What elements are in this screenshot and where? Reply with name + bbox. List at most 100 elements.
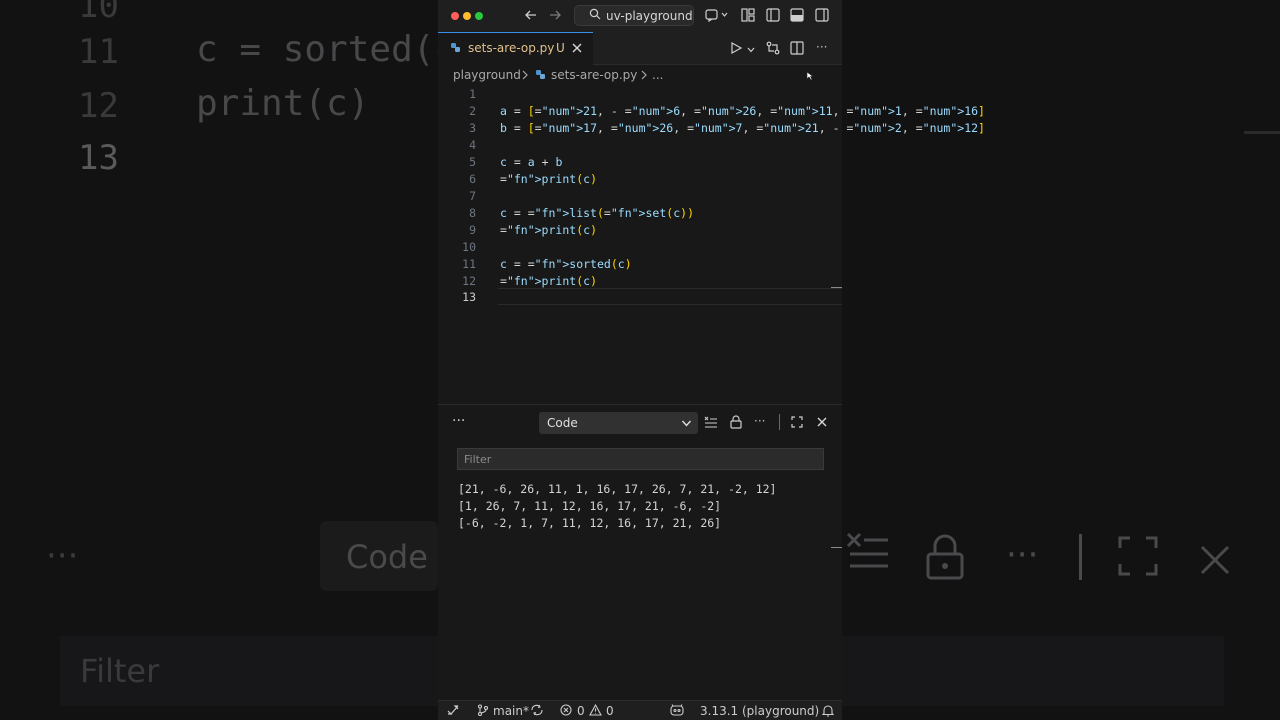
minimize-window-button[interactable] bbox=[463, 12, 471, 20]
bg-divider bbox=[1244, 131, 1280, 134]
panel-more-icon[interactable]: ··· bbox=[452, 413, 465, 429]
toggle-primary-sidebar-icon[interactable] bbox=[766, 8, 780, 25]
code-text: ="fn">print(c) bbox=[500, 172, 597, 186]
compare-changes-icon[interactable] bbox=[766, 41, 780, 58]
bg-separator bbox=[1079, 534, 1082, 580]
line-number: 11 bbox=[462, 257, 476, 271]
bg-more-icon: ··· bbox=[46, 536, 79, 576]
run-python-icon[interactable] bbox=[730, 41, 743, 57]
close-window-button[interactable] bbox=[451, 12, 459, 20]
bg-more-icon: ··· bbox=[1006, 535, 1039, 575]
close-tab-icon[interactable] bbox=[572, 39, 582, 57]
line-number: 7 bbox=[469, 189, 476, 203]
git-branch-label[interactable]: main* bbox=[493, 704, 529, 718]
line-number: 3 bbox=[469, 121, 476, 135]
filter-input[interactable]: Filter bbox=[457, 448, 824, 470]
untracked-badge: U bbox=[556, 41, 565, 55]
vscode-window: uv-playground sets-are-op.py U ··· playg… bbox=[438, 0, 985, 720]
python-interpreter[interactable]: 3.13.1 (playground) bbox=[700, 704, 819, 718]
code-line: c = ="fn">sorted(c) bbox=[500, 257, 632, 271]
lock-scroll-icon[interactable] bbox=[730, 415, 742, 432]
line-number: 9 bbox=[469, 223, 476, 237]
chevron-right-icon bbox=[521, 69, 529, 83]
toggle-panel-icon[interactable] bbox=[790, 8, 804, 25]
bg-code-line: print(c) bbox=[196, 83, 370, 124]
panel-separator bbox=[779, 414, 780, 430]
back-arrow-icon[interactable] bbox=[524, 8, 538, 25]
code-text: c = ="fn">list(="fn">set(c)) bbox=[500, 206, 694, 220]
split-editor-icon[interactable] bbox=[790, 41, 804, 58]
error-icon[interactable] bbox=[560, 704, 572, 719]
tab-sets-are-op[interactable]: sets-are-op.py U bbox=[438, 32, 593, 65]
tab-bar: sets-are-op.py U ··· bbox=[438, 32, 842, 65]
tab-label: sets-are-op.py bbox=[468, 41, 555, 55]
warning-count[interactable]: 0 bbox=[606, 704, 614, 718]
maximize-panel-icon[interactable] bbox=[791, 416, 803, 431]
bg-lock-icon bbox=[924, 534, 966, 590]
bg-maximize-icon bbox=[1118, 536, 1158, 586]
panel-overflow-icon[interactable]: ··· bbox=[754, 415, 765, 427]
search-icon bbox=[589, 8, 601, 23]
clear-output-icon[interactable] bbox=[704, 416, 718, 431]
bg-line-number: 12 bbox=[78, 86, 119, 126]
copilot-icon[interactable] bbox=[705, 8, 729, 25]
notifications-bell-icon[interactable] bbox=[821, 704, 835, 720]
output-channel-select[interactable]: Code bbox=[539, 412, 698, 434]
bg-line-number: 11 bbox=[78, 32, 119, 72]
breadcrumb-more[interactable]: ... bbox=[652, 68, 663, 82]
code-text: c = ="fn">sorted(c) bbox=[500, 257, 632, 271]
breadcrumb-folder[interactable]: playground bbox=[453, 68, 521, 82]
code-line: b = [="num">17, ="num">26, ="num">7, ="n… bbox=[500, 121, 985, 135]
copilot-status-icon[interactable] bbox=[669, 704, 685, 719]
bg-filter-box-right bbox=[842, 636, 1224, 706]
run-options-chevron-icon[interactable] bbox=[747, 44, 755, 57]
filter-placeholder: Filter bbox=[464, 453, 492, 466]
output-panel: ··· Code ··· Filter [21, -6, 26, 11, 1, … bbox=[438, 404, 842, 700]
error-count[interactable]: 0 bbox=[577, 704, 585, 718]
line-number: 12 bbox=[462, 274, 476, 288]
warning-icon[interactable] bbox=[589, 703, 602, 719]
breadcrumb-file[interactable]: sets-are-op.py bbox=[551, 68, 637, 82]
mouse-cursor-icon bbox=[806, 71, 814, 84]
python-file-icon bbox=[450, 42, 461, 56]
code-text: c = a + b bbox=[500, 155, 563, 169]
bg-dropdown-label: Code bbox=[346, 538, 428, 576]
layout-icon[interactable] bbox=[741, 8, 755, 25]
output-line: [-6, -2, 1, 7, 11, 12, 16, 17, 21, 26] bbox=[458, 516, 722, 530]
line-number: 10 bbox=[462, 240, 476, 254]
git-branch-icon[interactable] bbox=[477, 704, 489, 719]
line-number: 2 bbox=[469, 104, 476, 118]
current-line-highlight bbox=[498, 288, 842, 305]
sync-icon[interactable] bbox=[530, 704, 544, 719]
bg-line-number: 10 bbox=[78, 0, 119, 26]
forward-arrow-icon[interactable] bbox=[548, 8, 562, 25]
remote-icon[interactable] bbox=[447, 704, 459, 719]
toggle-secondary-sidebar-icon[interactable] bbox=[815, 8, 829, 25]
code-text: ="fn">print(c) bbox=[500, 223, 597, 237]
code-line: c = a + b bbox=[500, 155, 562, 169]
code-text: a = [="num">21, - ="num">6, ="num">26, =… bbox=[500, 104, 985, 118]
output-channel-value: Code bbox=[547, 416, 578, 430]
output-line: [21, -6, 26, 11, 1, 16, 17, 26, 7, 21, -… bbox=[458, 482, 777, 496]
output-line: [1, 26, 7, 11, 12, 16, 17, 21, -6, -2] bbox=[458, 499, 722, 513]
more-actions-icon[interactable]: ··· bbox=[816, 41, 827, 53]
line-number: 1 bbox=[469, 87, 476, 101]
close-panel-icon[interactable] bbox=[817, 417, 827, 430]
code-text: b = [="num">17, ="num">26, ="num">7, ="n… bbox=[500, 121, 985, 135]
code-editor[interactable]: 1 2 3 4 5 6 7 8 9 10 11 12 13 a = [="num… bbox=[438, 86, 985, 404]
title-bar: uv-playground bbox=[438, 0, 842, 32]
code-line: c = ="fn">list(="fn">set(c)) bbox=[500, 206, 694, 220]
breadcrumb: playground sets-are-op.py ... bbox=[438, 65, 842, 87]
line-number: 5 bbox=[469, 155, 476, 169]
zoom-window-button[interactable] bbox=[475, 12, 483, 20]
line-number: 8 bbox=[469, 206, 476, 220]
python-file-icon bbox=[535, 69, 546, 83]
chevron-down-icon bbox=[681, 415, 692, 432]
line-number-active: 13 bbox=[462, 290, 476, 304]
bg-close-icon bbox=[1199, 540, 1231, 586]
code-line: ="fn">print(c) bbox=[500, 172, 597, 186]
command-center-search[interactable]: uv-playground bbox=[574, 5, 694, 26]
bg-filter-label: Filter bbox=[80, 652, 160, 690]
chevron-right-icon bbox=[640, 69, 648, 83]
code-text: ="fn">print(c) bbox=[500, 274, 597, 288]
